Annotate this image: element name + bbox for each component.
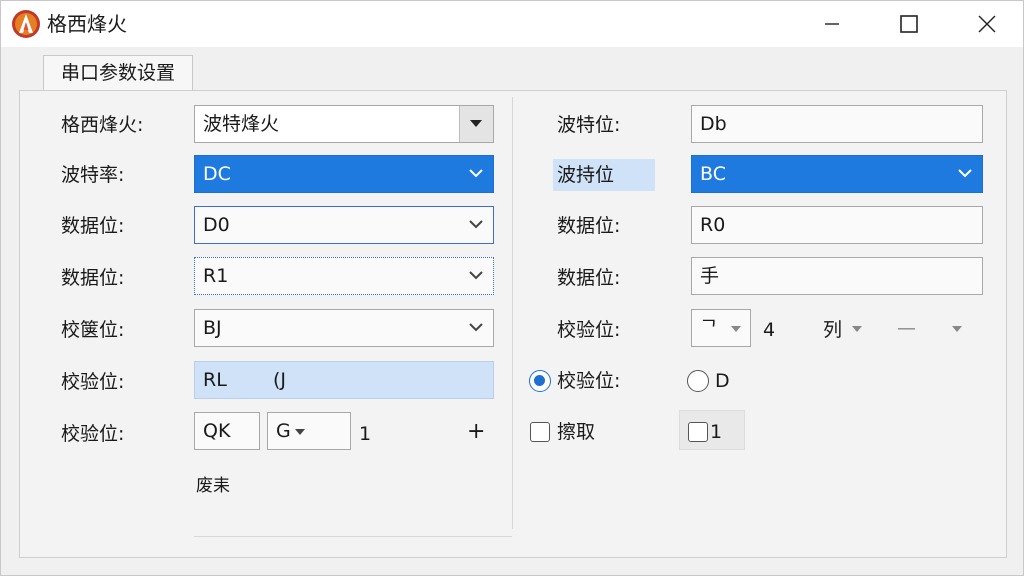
select-right-row-5-glyph[interactable]: ᄀ [691, 309, 751, 347]
dash-select[interactable]: — [897, 315, 916, 341]
chevron-down-icon [469, 220, 483, 229]
select-left-row-7-box2[interactable]: G [267, 412, 351, 450]
radio-option-2-label: D [715, 370, 730, 392]
value-left-row-7: 1 [359, 423, 372, 445]
label-left-row-1: 格西烽火: [61, 114, 144, 136]
chevron-down-icon [958, 169, 972, 178]
field-left-row-6[interactable]: RL (J [194, 361, 494, 399]
field-value: R0 [700, 214, 726, 236]
field-right-row-1[interactable]: Db [691, 105, 983, 143]
select-left-row-5[interactable]: BJ [194, 309, 494, 347]
select-right-row-2[interactable]: BC [691, 155, 983, 193]
select-left-row-1[interactable]: 波特烽火 [194, 105, 494, 143]
dropdown-button[interactable] [459, 106, 493, 142]
flame-logo-icon [12, 10, 40, 38]
minimize-icon [825, 23, 839, 25]
chevron-down-icon [469, 169, 483, 178]
window-title: 格西烽火 [47, 12, 127, 36]
radio-option-1[interactable] [529, 370, 551, 392]
chevron-down-icon [469, 271, 483, 280]
select-value: R1 [203, 265, 229, 287]
label-right-row-3: 数据位: [557, 215, 621, 237]
select-left-row-3[interactable]: D0 [194, 206, 494, 244]
caret-down-icon[interactable] [851, 325, 863, 333]
field-right-row-4[interactable]: 手 [691, 257, 983, 295]
checkbox-1[interactable] [530, 422, 550, 442]
caret-down-icon [295, 429, 305, 435]
label-right-row-4: 数据位: [557, 267, 621, 289]
box2-value: G [276, 420, 291, 442]
add-button[interactable]: + [467, 419, 485, 445]
label-right-row-2: 波持位 [553, 159, 655, 191]
column-select-label[interactable]: 列 [823, 317, 842, 343]
label-right-row-5: 校验位: [557, 319, 621, 341]
label-left-row-3: 数据位: [61, 215, 125, 237]
checkbox-1-label: 擦取 [557, 421, 596, 443]
field-right-row-3[interactable]: R0 [691, 206, 983, 244]
field-value: Db [700, 113, 727, 135]
radio-option-2[interactable] [687, 370, 709, 392]
tab-serial-settings[interactable]: 串口参数设置 [43, 55, 193, 91]
minimize-button[interactable] [804, 5, 860, 43]
field-value: RL [203, 369, 227, 391]
label-left-row-4: 数据位: [61, 267, 125, 289]
select-value: BC [700, 163, 726, 185]
field-left-row-7-box1[interactable]: QK [194, 412, 260, 450]
select-value: DC [203, 163, 231, 185]
value-right-row-5: 4 [763, 319, 776, 341]
field-value: 手 [700, 265, 720, 287]
caret-down-icon [470, 120, 482, 127]
label-left-row-6: 校验位: [61, 371, 125, 393]
select-value: BJ [203, 317, 222, 339]
column-divider [512, 97, 513, 529]
glyph-value: ᄀ [700, 317, 718, 339]
close-button[interactable] [959, 5, 1015, 43]
app-window: 格西烽火 串口参数设置 格西烽火: 波特烽火 波特率: DC 数据位: D0 数… [0, 0, 1024, 576]
footer-area [194, 465, 512, 537]
select-left-row-2[interactable]: DC [194, 155, 494, 193]
label-left-row-5: 校箧位: [61, 319, 125, 341]
maximize-icon [900, 15, 918, 33]
caret-down-icon[interactable] [951, 325, 963, 333]
label-left-row-7: 校验位: [61, 423, 125, 445]
radio-option-1-label: 校验位: [557, 370, 621, 392]
maximize-button[interactable] [881, 5, 937, 43]
field-value-secondary: (J [273, 369, 287, 391]
select-value: 波特烽火 [203, 113, 280, 135]
chevron-down-icon [469, 323, 483, 332]
checkbox-2-label: 1 [710, 421, 723, 443]
close-icon [978, 15, 996, 33]
select-left-row-4[interactable]: R1 [194, 257, 494, 295]
select-value: D0 [203, 214, 230, 236]
title-bar[interactable]: 格西烽火 [1, 1, 1023, 47]
caret-down-icon [731, 326, 741, 332]
checkbox-2[interactable] [688, 422, 708, 442]
label-left-row-2: 波特率: [61, 164, 125, 186]
box1-value: QK [203, 420, 231, 442]
label-right-row-1: 波特位: [557, 114, 621, 136]
